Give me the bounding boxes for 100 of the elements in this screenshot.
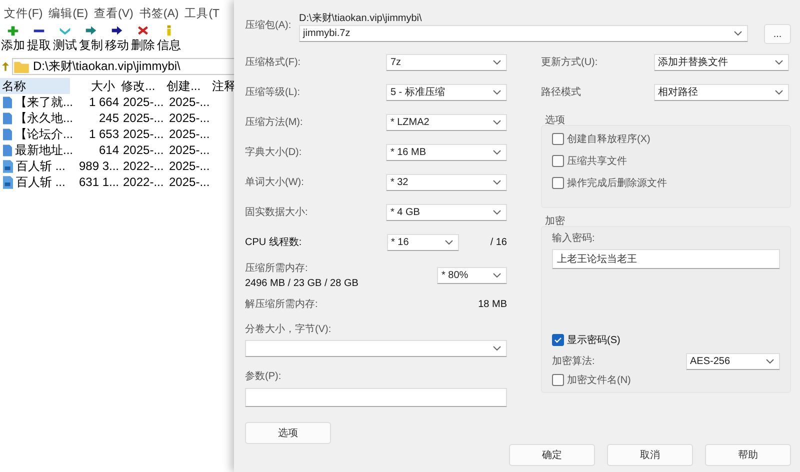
field-label: 分卷大小，字节(V): xyxy=(245,322,332,336)
parameters-field[interactable] xyxy=(245,388,507,407)
field-label: 字典大小(D): xyxy=(245,146,303,159)
chevron-down-icon xyxy=(493,150,501,154)
dropdown[interactable]: * 4 GB xyxy=(386,204,507,220)
column-header[interactable]: 创建... xyxy=(164,78,210,94)
chevron-down-icon xyxy=(493,60,501,64)
group-title: 加密 xyxy=(545,214,566,226)
field-label: 参数(P): xyxy=(245,370,282,383)
plus-icon xyxy=(7,25,19,36)
table-cell-text: 614 xyxy=(98,143,119,157)
field-label: 单词大小(W): xyxy=(245,176,305,189)
table-cell-text: 2025-... xyxy=(122,95,165,109)
volume-size-combo[interactable] xyxy=(245,340,507,357)
field-label: 压缩格式(F): xyxy=(245,56,302,69)
dialog-button[interactable]: 取消 xyxy=(607,444,693,466)
up-arrow-icon[interactable] xyxy=(2,62,9,71)
checkbox[interactable] xyxy=(552,374,564,386)
table-cell-text: 2025-... xyxy=(122,143,165,157)
dropdown[interactable]: AES-256 xyxy=(686,352,780,370)
column-header[interactable]: 大小 xyxy=(70,78,118,94)
table-cell: 【论坛介... xyxy=(0,126,73,142)
table-cell: 百人斩 ... xyxy=(0,158,73,174)
checkbox-label: 显示密码(S) xyxy=(567,334,620,347)
field-label: 加密算法: xyxy=(552,354,595,368)
toolbar-button[interactable]: 添加 xyxy=(0,25,26,54)
table-cell: 最新地址... xyxy=(0,142,73,158)
table-cell-text: 2025-... xyxy=(168,127,211,141)
toolbar-button[interactable]: 提取 xyxy=(26,25,52,54)
menu-item[interactable]: 查看(V) xyxy=(94,6,134,22)
menu-item[interactable]: 书签(A) xyxy=(139,6,179,22)
menu-item[interactable]: 文件(F) xyxy=(4,6,43,22)
memory-usage: 18 MB xyxy=(478,298,507,310)
table-cell-text: 2022-... xyxy=(122,175,165,189)
table-cell-text: 2025-... xyxy=(168,95,211,109)
password-field[interactable]: 上老王论坛当老王 xyxy=(552,249,780,269)
dropdown[interactable]: * 16 MB xyxy=(386,144,507,160)
table-cell-text: 1 653 xyxy=(88,127,119,141)
chevron-down-icon xyxy=(493,120,501,124)
thread-count: / 16 xyxy=(490,236,507,248)
chevron-down-icon xyxy=(775,60,783,64)
table-cell-text: 2025-... xyxy=(122,127,165,141)
table-cell-text: 989 3... xyxy=(78,159,119,173)
toolbar-button[interactable]: 信息 xyxy=(156,25,182,54)
checkbox[interactable] xyxy=(552,155,564,167)
checkbox-label: 加密文件名(N) xyxy=(567,374,631,387)
browse-button[interactable]: ... xyxy=(764,24,791,44)
dropdown[interactable]: 添加并替换文件 xyxy=(654,54,789,70)
field-label: 输入密码: xyxy=(552,232,596,245)
chevron-down-icon xyxy=(445,240,453,244)
field-label: 解压缩所需内存: xyxy=(245,298,318,311)
dropdown[interactable]: * 32 xyxy=(386,174,507,190)
dialog-button[interactable]: 帮助 xyxy=(705,444,791,466)
path-field[interactable]: D:\来财\tiaokan.vip\jimmybi\ xyxy=(12,58,234,75)
field-label: 更新方式(U): xyxy=(541,56,599,69)
dropdown[interactable]: * 16 xyxy=(387,234,459,250)
field-label: 压缩所需内存: xyxy=(245,262,309,275)
chevron-down-icon xyxy=(775,90,783,94)
checkmark-icon xyxy=(553,335,563,345)
field-label: 路径模式 xyxy=(541,86,582,99)
close-icon xyxy=(137,25,149,36)
chevron-down-icon xyxy=(59,25,71,36)
document-icon xyxy=(3,96,12,108)
table-cell-text: 2025-... xyxy=(168,175,211,189)
field-label: CPU 线程数: xyxy=(245,236,303,249)
checkbox[interactable] xyxy=(552,133,564,145)
table-cell-text: 2025-... xyxy=(168,111,211,125)
column-header[interactable]: 修改... xyxy=(117,78,165,94)
toolbar-button[interactable]: 测试 xyxy=(52,25,78,54)
toolbar-button[interactable]: 删除 xyxy=(130,25,156,54)
table-cell-text: 2022-... xyxy=(122,159,165,173)
archive-icon xyxy=(3,176,13,188)
dropdown[interactable]: 5 - 标准压缩 xyxy=(386,84,507,100)
options-button[interactable]: 选项 xyxy=(245,422,331,444)
dialog-button[interactable]: 确定 xyxy=(509,444,595,466)
dropdown[interactable]: 7z xyxy=(386,54,507,70)
dropdown[interactable]: * LZMA2 xyxy=(386,114,507,130)
toolbar-button[interactable]: 移动 xyxy=(104,25,130,54)
table-cell-text: 245 xyxy=(98,111,119,125)
archive-icon xyxy=(3,160,13,172)
dropdown[interactable]: * 80% xyxy=(437,266,507,284)
table-cell: 【永久地... xyxy=(0,110,73,126)
table-cell-text: 631 1... xyxy=(78,175,119,189)
checkbox-label: 创建自释放程序(X) xyxy=(567,132,650,146)
column-header[interactable]: 名称 xyxy=(0,78,70,94)
toolbar-button[interactable]: 复制 xyxy=(78,25,104,54)
field-label: 压缩方法(M): xyxy=(245,116,304,129)
archive-name-combo[interactable]: jimmybi.7z xyxy=(299,25,748,42)
chevron-down-icon xyxy=(493,210,501,214)
table-cell-text: 2025-... xyxy=(122,111,165,125)
checkbox[interactable] xyxy=(552,334,564,346)
dropdown[interactable]: 相对路径 xyxy=(654,84,789,100)
menu-item[interactable]: 编辑(E) xyxy=(48,6,88,22)
checkbox[interactable] xyxy=(552,177,564,189)
arrow-right-icon xyxy=(85,25,97,36)
document-icon xyxy=(3,144,12,156)
table-cell-text: 2025-... xyxy=(168,159,211,173)
checkbox-label: 操作完成后删除源文件 xyxy=(567,176,667,190)
chevron-down-icon xyxy=(493,346,501,351)
menu-item[interactable]: 工具(T xyxy=(184,6,220,22)
